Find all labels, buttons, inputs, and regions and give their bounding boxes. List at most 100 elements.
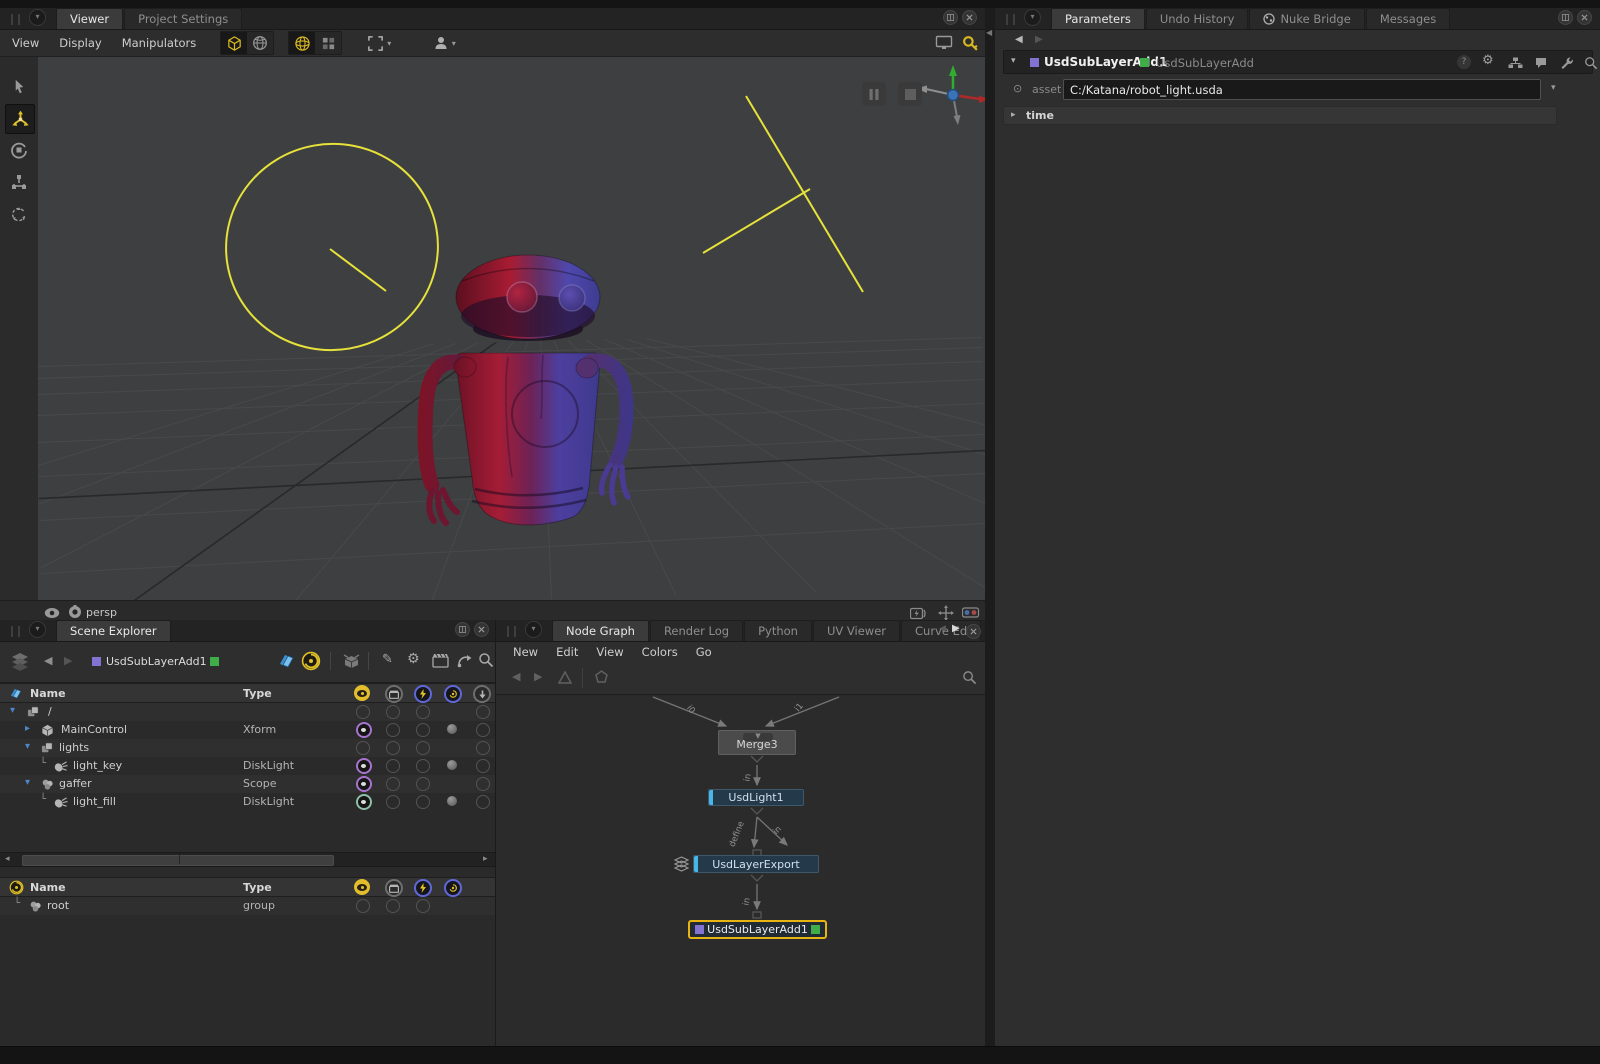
menu-edit[interactable]: Edit	[547, 645, 587, 659]
robot-model[interactable]	[425, 255, 628, 525]
tab-nuke-bridge[interactable]: Nuke Bridge	[1249, 8, 1364, 29]
search-icon[interactable]	[1584, 56, 1598, 70]
column-type[interactable]: Type	[243, 687, 272, 700]
param-nav-back-icon[interactable]: ◀	[1015, 34, 1023, 45]
table-row[interactable]: └ light_key DiskLight	[0, 757, 495, 775]
tiles-button[interactable]	[315, 32, 341, 54]
node-usdlayerexport[interactable]: UsdLayerExport	[693, 855, 819, 873]
visibility-column-icon[interactable]	[354, 685, 370, 701]
geometry-badge[interactable]	[447, 796, 457, 806]
nav-forward-icon[interactable]: ▶	[534, 670, 542, 683]
tab-viewer[interactable]: Viewer	[56, 8, 123, 29]
history-forward-button[interactable]: ▶	[64, 654, 72, 667]
usd-layers-button[interactable]	[276, 651, 296, 671]
visibility-eye-badge[interactable]	[356, 776, 372, 792]
tab-scene-explorer[interactable]: Scene Explorer	[56, 620, 171, 641]
light-manipulator-lines[interactable]	[703, 96, 863, 292]
scrollbar-thumb[interactable]	[22, 855, 334, 866]
render-column-icon[interactable]	[385, 685, 403, 703]
stereo-view-button[interactable]	[962, 607, 980, 619]
table-row[interactable]: ▾ gaffer Scope	[0, 775, 495, 793]
expander-icon[interactable]: ▾	[10, 705, 15, 716]
search-button[interactable]	[478, 652, 494, 668]
history-back-button[interactable]: ◀	[44, 654, 52, 667]
menu-go[interactable]: Go	[687, 645, 721, 659]
comment-bubble-icon[interactable]	[1534, 56, 1548, 70]
menu-colors[interactable]: Colors	[633, 645, 687, 659]
monitor-button[interactable]	[931, 32, 957, 54]
visibility-button[interactable]	[44, 607, 60, 619]
pane-close-button[interactable]	[1577, 10, 1592, 25]
up-level-icon[interactable]	[558, 671, 572, 684]
working-set-button[interactable]	[342, 652, 361, 670]
column-name[interactable]: Name	[30, 881, 66, 894]
pane-menu-button[interactable]: ▾	[525, 621, 542, 638]
translate-tool-button[interactable]	[5, 104, 35, 134]
table-row[interactable]: └ root group	[0, 897, 495, 915]
world-mode-button[interactable]	[247, 32, 273, 54]
horizontal-scrollbar[interactable]: ◂ ▸	[0, 852, 495, 867]
selection-mode-button[interactable]: ▾	[358, 32, 400, 54]
asset-input[interactable]: C:/Katana/robot_light.usda	[1063, 79, 1541, 100]
tab-scroll-right-icon[interactable]: ▶	[952, 623, 960, 634]
pan-mode-button[interactable]	[938, 605, 954, 621]
sync-selection-button[interactable]	[456, 652, 473, 669]
pane-drag-handle[interactable]	[1006, 14, 1015, 25]
visibility-eye-badge[interactable]	[356, 758, 372, 774]
camera-select-button[interactable]	[68, 605, 82, 619]
pane-menu-button[interactable]: ▾	[1024, 9, 1041, 26]
gear-icon[interactable]: ⚙	[1482, 53, 1494, 68]
help-icon[interactable]: ?	[1457, 55, 1471, 69]
select-tool-button[interactable]	[5, 72, 33, 100]
snapshot-button[interactable]	[957, 32, 983, 54]
asset-dropdown-icon[interactable]: ▾	[1551, 83, 1556, 93]
node-graph-canvas[interactable]: i0 i1 in define in in ▼ Merge3 UsdLight1…	[496, 695, 988, 1046]
pane-menu-button[interactable]: ▾	[29, 621, 46, 638]
tab-scroll-left-icon[interactable]: ◀	[939, 624, 946, 634]
node-usdsublayeradd1-selected[interactable]: UsdSubLayerAdd1	[688, 920, 827, 939]
flash-render-button[interactable]	[910, 607, 926, 620]
expander-icon[interactable]: ▾	[25, 741, 30, 752]
shaded-mode-button[interactable]	[221, 32, 247, 54]
visibility-column-icon[interactable]	[354, 879, 370, 895]
expander-icon[interactable]: ▸	[25, 723, 30, 734]
viewport-3d[interactable]	[38, 57, 985, 600]
live-render-column-icon[interactable]	[414, 685, 432, 703]
layer-stack-button[interactable]	[8, 650, 32, 674]
tab-node-graph[interactable]: Node Graph	[552, 620, 649, 641]
menu-display[interactable]: Display	[49, 36, 111, 50]
pause-render-button[interactable]	[862, 82, 886, 106]
katana-column-icon[interactable]	[444, 879, 462, 897]
table-row[interactable]: ▸ MainControl Xform	[0, 721, 495, 739]
pane-drag-handle[interactable]	[507, 626, 516, 637]
light-manipulator-circle[interactable]	[210, 127, 455, 367]
tab-undo-history[interactable]: Undo History	[1146, 8, 1249, 29]
stop-render-button[interactable]	[898, 82, 922, 106]
render-settings-button[interactable]	[432, 653, 449, 668]
node-merge3[interactable]: ▼ Merge3	[718, 730, 796, 755]
param-state-icon[interactable]: ⊙	[1013, 82, 1022, 95]
column-name[interactable]: Name	[30, 687, 66, 700]
camera-label[interactable]: persp	[86, 606, 117, 619]
scroll-left-icon[interactable]: ◂	[5, 854, 10, 864]
render-column-icon[interactable]	[385, 879, 403, 897]
tab-messages[interactable]: Messages	[1366, 8, 1450, 29]
pane-drag-handle[interactable]	[11, 626, 20, 637]
load-column-icon[interactable]	[473, 685, 491, 703]
scale-tool-button[interactable]	[5, 168, 33, 196]
geometry-badge[interactable]	[447, 724, 457, 734]
live-render-column-icon[interactable]	[414, 879, 432, 897]
expander-icon[interactable]: ▾	[25, 777, 30, 788]
katana-mode-button[interactable]	[301, 651, 321, 671]
pencil-icon[interactable]: ✎	[382, 652, 393, 667]
wire-sphere-button[interactable]	[289, 32, 315, 54]
pane-close-button[interactable]	[966, 624, 981, 639]
geometry-badge[interactable]	[447, 760, 457, 770]
camera-view-button[interactable]: ▾	[422, 32, 466, 54]
pane-split-button[interactable]	[943, 10, 958, 25]
pane-menu-button[interactable]: ▾	[29, 9, 46, 26]
menu-view[interactable]: View	[587, 645, 632, 659]
tab-uv-viewer[interactable]: UV Viewer	[813, 620, 900, 641]
hierarchy-icon[interactable]	[1508, 57, 1523, 69]
column-type[interactable]: Type	[243, 881, 272, 894]
